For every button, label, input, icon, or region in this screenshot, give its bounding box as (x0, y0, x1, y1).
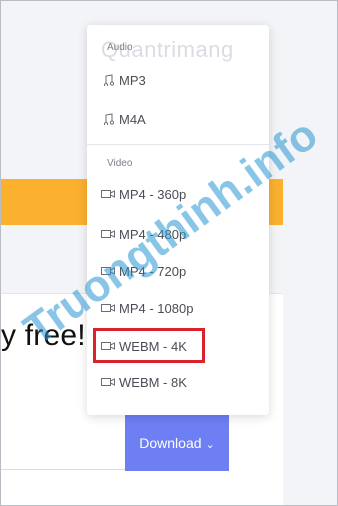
music-note-icon (101, 73, 115, 87)
chevron-down-icon: ⌄ (205, 438, 215, 451)
video-camera-icon (101, 375, 115, 389)
watermark-logo: Quantrimang (101, 37, 234, 62)
menu-item-label: MP4 - 1080p (119, 300, 194, 316)
menu-item-label: MP3 (119, 72, 146, 88)
highlight-annotation-box (93, 328, 205, 363)
download-label: Download (139, 435, 202, 451)
app-frame: y free! Download ⌄ Audio MP3 M4A Video M… (0, 0, 338, 506)
menu-item-mp3[interactable]: MP3 (101, 68, 146, 92)
menu-divider (87, 144, 269, 145)
video-camera-icon (101, 187, 115, 201)
video-camera-icon (101, 227, 115, 241)
video-group-label: Video (107, 158, 133, 169)
menu-item-m4a[interactable]: M4A (101, 107, 146, 131)
menu-item-label: WEBM - 8K (119, 374, 187, 390)
music-note-icon (101, 112, 115, 126)
url-input-underline[interactable] (1, 469, 125, 470)
download-button[interactable]: Download ⌄ (125, 415, 229, 471)
menu-item-label: M4A (119, 111, 146, 127)
menu-item-webm-8k[interactable]: WEBM - 8K (101, 370, 187, 394)
